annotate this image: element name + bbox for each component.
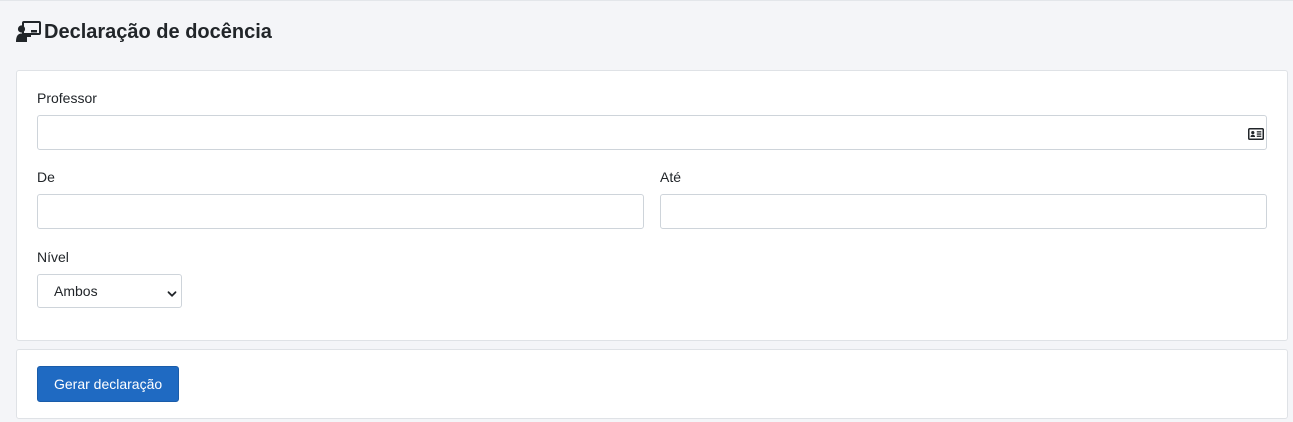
professor-label: Professor [37,90,97,106]
teacher-board-icon [16,21,42,43]
ate-label: Até [660,169,682,185]
de-date-input[interactable] [37,194,644,229]
nivel-selected-value: Ambos [54,283,98,299]
page-header: Declaração de docência [16,17,272,47]
ate-date-input[interactable] [660,194,1267,229]
actions-card: Gerar declaração [16,349,1288,419]
chevron-down-icon [167,286,177,297]
professor-input[interactable] [37,115,1267,150]
nivel-select[interactable]: Ambos [37,274,182,308]
generate-declaration-button[interactable]: Gerar declaração [37,366,180,402]
form-card: Professor De Até Nível Ambos [16,70,1288,341]
id-card-icon[interactable] [1248,127,1264,140]
de-label: De [37,169,55,185]
page-title: Declaração de docência [44,21,272,43]
nivel-label: Nível [37,249,69,265]
